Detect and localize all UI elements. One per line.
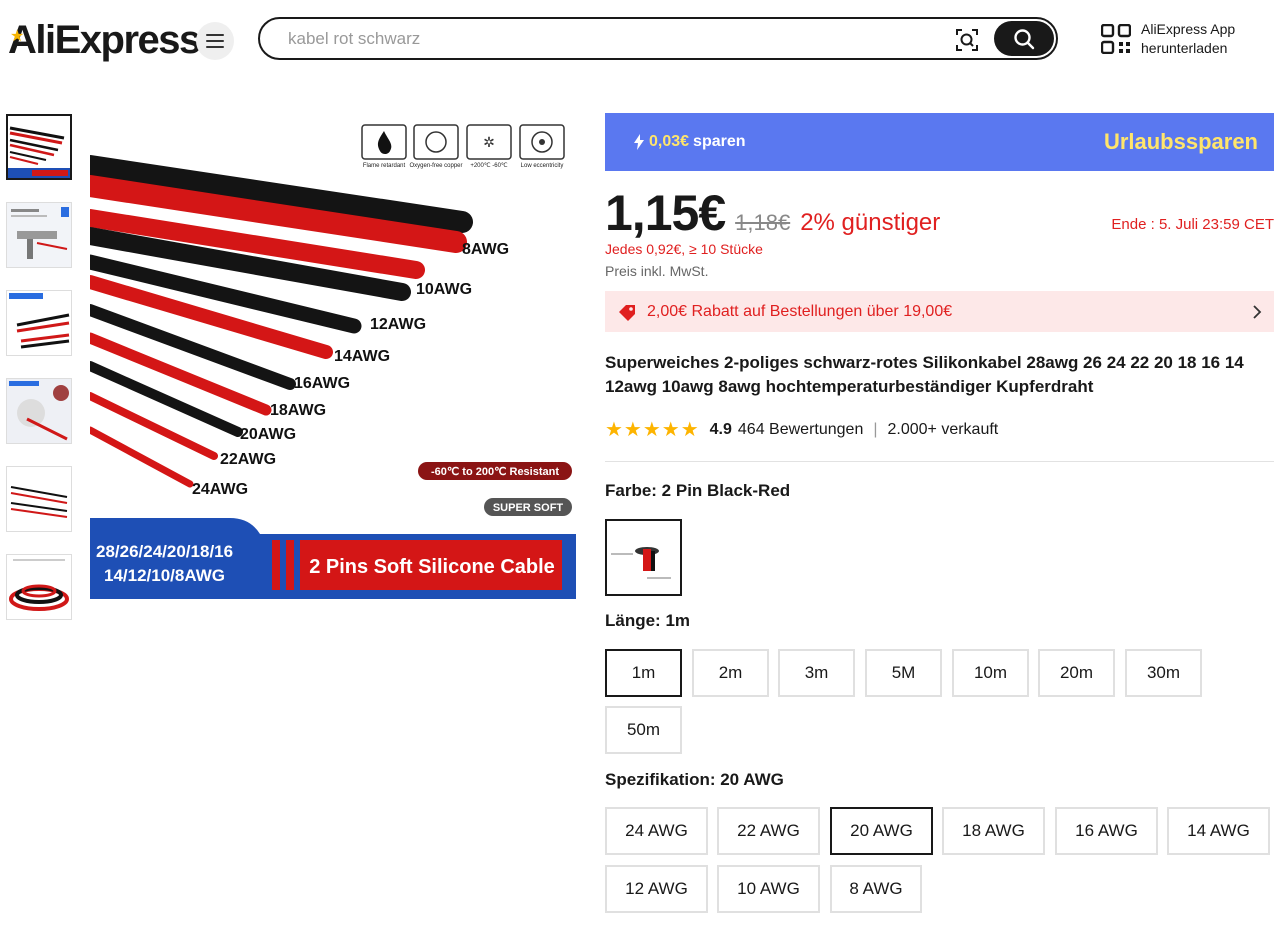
length-option-20m[interactable]: 20m <box>1038 649 1115 697</box>
super-soft-badge: SUPER SOFT <box>493 502 564 514</box>
icon-label-2: Oxygen-free copper <box>409 163 462 169</box>
image-search-icon[interactable] <box>954 27 980 53</box>
logo-text: AliExpress <box>8 17 201 62</box>
color-label: Farbe: 2 Pin Black-Red <box>605 481 791 500</box>
awg-label-12: 12AWG <box>370 316 426 333</box>
campaign-name: Urlaubssparen <box>1103 129 1258 154</box>
icon-label-4: Low eccentricity <box>521 163 564 169</box>
awg-label-18: 18AWG <box>270 402 326 419</box>
thumbnail-6[interactable] <box>6 554 72 620</box>
spec-option-14awg[interactable]: 14 AWG <box>1167 807 1270 855</box>
spec-label: Spezifikation: 20 AWG <box>605 770 784 789</box>
awg-label-8: 8AWG <box>462 241 509 258</box>
icon-label-1: Flame retardant <box>363 163 406 169</box>
search-input[interactable] <box>288 27 928 51</box>
search-button[interactable] <box>994 21 1054 56</box>
original-price: 1,18€ <box>735 210 791 235</box>
awg-label-14: 14AWG <box>334 348 390 365</box>
search-icon <box>1014 28 1035 49</box>
thumbnail-1[interactable] <box>6 114 72 180</box>
save-word: sparen <box>693 133 746 150</box>
vat-note: Preis inkl. MwSt. <box>605 263 709 279</box>
spec-option-20awg[interactable]: 20 AWG <box>830 807 933 855</box>
review-count[interactable]: 464 Bewertungen <box>738 421 863 439</box>
product-title: Superweiches 2-poliges schwarz-rotes Sil… <box>605 353 1244 396</box>
hamburger-icon <box>206 34 224 48</box>
length-option-30m[interactable]: 30m <box>1125 649 1202 697</box>
star-rating-icons: ★★★★★ <box>605 419 700 441</box>
length-option-50m[interactable]: 50m <box>605 706 682 754</box>
thumbnail-4[interactable] <box>6 378 72 444</box>
spec-option-10awg[interactable]: 10 AWG <box>717 865 820 913</box>
length-option-5m[interactable]: 5M <box>865 649 942 697</box>
app-line-2: herunterladen <box>1141 40 1228 56</box>
aliexpress-logo[interactable]: ★ AliExpress <box>8 17 201 62</box>
svg-text:✲: ✲ <box>483 134 495 150</box>
length-label: Länge: 1m <box>605 611 691 630</box>
awg-label-22: 22AWG <box>220 451 276 468</box>
banner-title: 2 Pins Soft Silicone Cable <box>309 556 555 578</box>
price-row: 1,15€ 1,18€ 2% günstiger <box>605 184 940 242</box>
length-option-3m[interactable]: 3m <box>778 649 855 697</box>
promo-banner[interactable]: 0,03€ sparen Urlaubssparen <box>605 113 1274 171</box>
app-download-link[interactable]: AliExpress App herunterladen <box>1101 20 1235 58</box>
awg-label-24: 24AWG <box>192 481 248 498</box>
spec-option-18awg[interactable]: 18 AWG <box>942 807 1045 855</box>
thumbnail-2[interactable] <box>6 202 72 268</box>
thumbnail-list <box>6 114 74 642</box>
search-bar <box>258 17 1058 60</box>
app-line-1: AliExpress App <box>1141 21 1236 37</box>
awg-label-20: 20AWG <box>240 426 296 443</box>
main-product-image[interactable]: ✲ Flame retardant Oxygen-free copper +20… <box>90 114 576 599</box>
spec-option-8awg[interactable]: 8 AWG <box>830 865 922 913</box>
qr-code-icon <box>1101 24 1131 54</box>
length-option-10m[interactable]: 10m <box>952 649 1029 697</box>
chevron-right-icon <box>1253 304 1262 319</box>
color-option-black-red[interactable] <box>605 519 682 596</box>
spec-option-24awg[interactable]: 24 AWG <box>605 807 708 855</box>
coupon-tag-icon <box>619 304 635 321</box>
resistant-badge: -60℃ to 200℃ Resistant <box>431 466 559 478</box>
coupon-text: 2,00€ Rabatt auf Bestellungen über 19,00… <box>647 302 953 320</box>
current-price: 1,15€ <box>605 185 726 241</box>
length-option-1m[interactable]: 1m <box>605 649 682 697</box>
rating-score: 4.9 <box>709 420 732 438</box>
banner-sizes-line-1: 28/26/24/20/18/16 <box>96 542 233 561</box>
discount-text: 2% günstiger <box>800 209 941 236</box>
save-amount: 0,03€ <box>649 133 690 150</box>
icon-label-3: +200℃ -60℃ <box>470 163 508 169</box>
divider <box>605 461 1274 462</box>
rating-row[interactable]: ★★★★★ 4.9 464 Bewertungen | 2.000+ verka… <box>605 417 998 442</box>
bulk-price: Jedes 0,92€, ≥ 10 Stücke <box>605 241 763 257</box>
lightning-icon <box>634 134 644 150</box>
sold-count: 2.000+ verkauft <box>887 420 999 438</box>
awg-label-10: 10AWG <box>416 281 472 298</box>
awg-label-16: 16AWG <box>294 375 350 392</box>
spec-option-12awg[interactable]: 12 AWG <box>605 865 708 913</box>
thumbnail-3[interactable] <box>6 290 72 356</box>
banner-sizes-line-2: 14/12/10/8AWG <box>104 566 225 585</box>
menu-button[interactable] <box>196 22 234 60</box>
coupon-banner[interactable]: 2,00€ Rabatt auf Bestellungen über 19,00… <box>605 291 1274 332</box>
spec-option-16awg[interactable]: 16 AWG <box>1055 807 1158 855</box>
length-option-2m[interactable]: 2m <box>692 649 769 697</box>
logo-star-icon: ★ <box>10 28 25 45</box>
spec-option-22awg[interactable]: 22 AWG <box>717 807 820 855</box>
separator: | <box>873 420 878 438</box>
thumbnail-5[interactable] <box>6 466 72 532</box>
sale-end-time: Ende : 5. Juli 23:59 CET <box>1111 216 1274 233</box>
